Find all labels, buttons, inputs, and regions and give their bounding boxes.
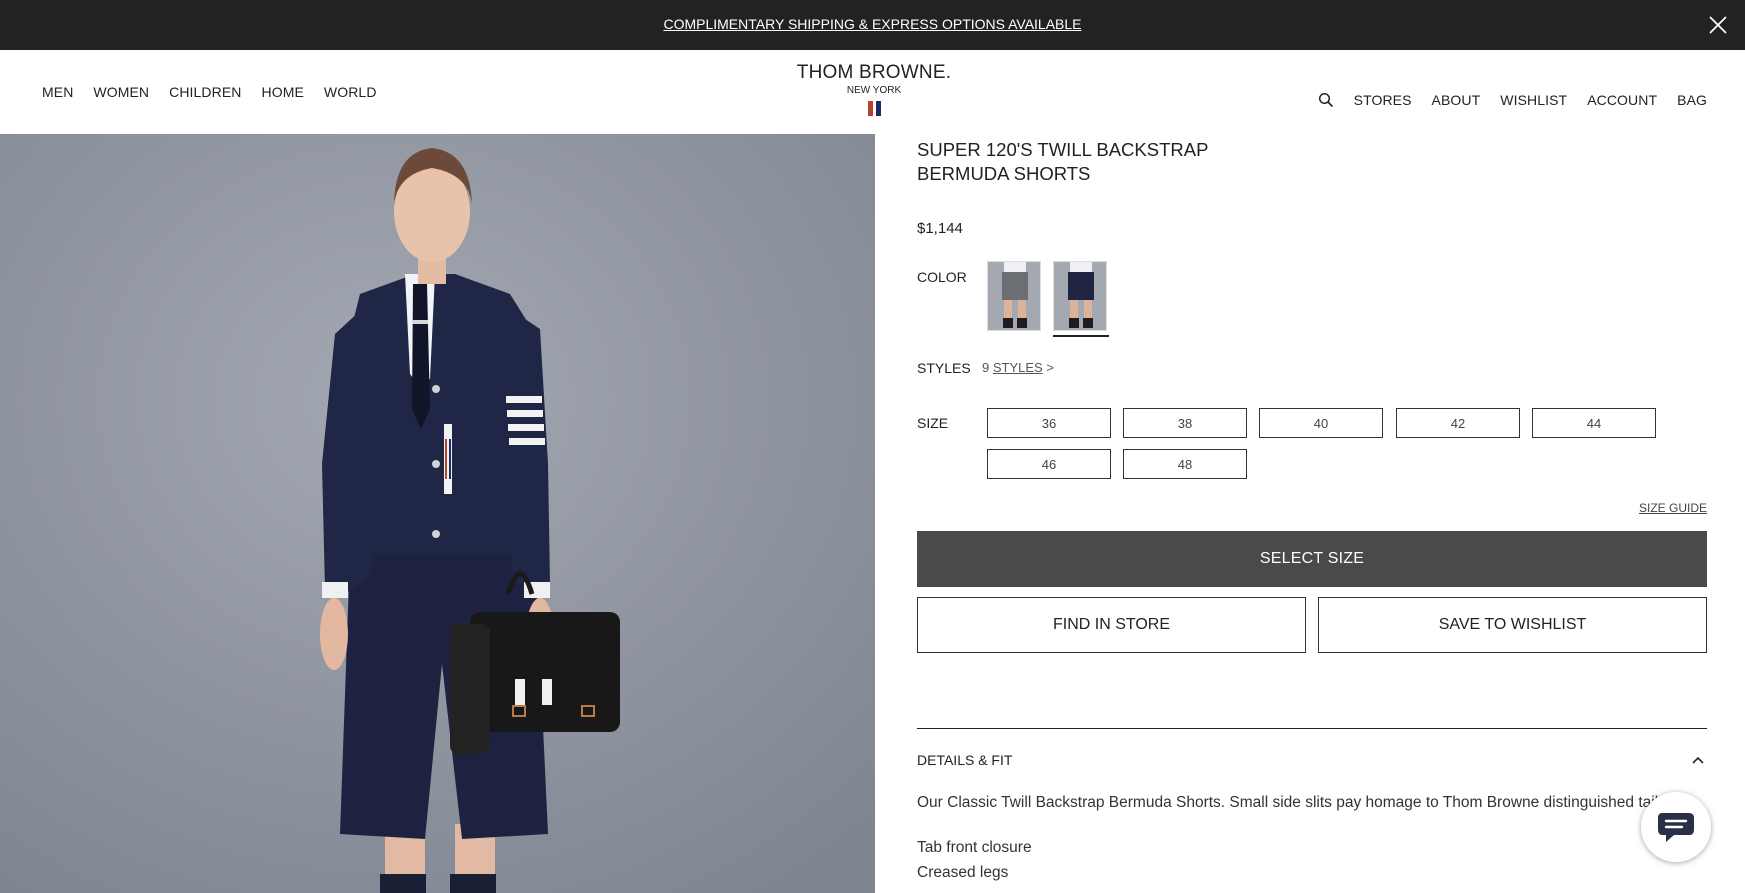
nav-stores[interactable]: STORES — [1354, 92, 1412, 108]
feature-item: Tab front closure — [917, 839, 1032, 856]
nav-about[interactable]: ABOUT — [1432, 92, 1481, 108]
size-option-40[interactable]: 40 — [1259, 408, 1383, 438]
select-size-button[interactable]: SELECT SIZE — [917, 531, 1707, 587]
nav-world[interactable]: WORLD — [324, 84, 377, 100]
brand-logo[interactable]: THOM BROWNE. NEW YORK — [794, 62, 954, 116]
size-option-42[interactable]: 42 — [1396, 408, 1520, 438]
model-photo — [0, 134, 875, 893]
size-option-38[interactable]: 38 — [1123, 408, 1247, 438]
promo-text[interactable]: COMPLIMENTARY SHIPPING & EXPRESS OPTIONS… — [0, 16, 1745, 32]
utility-nav: STORES ABOUT WISHLIST ACCOUNT BAG — [1318, 92, 1707, 108]
size-option-46[interactable]: 46 — [987, 449, 1111, 479]
promo-bar: COMPLIMENTARY SHIPPING & EXPRESS OPTIONS… — [0, 0, 1745, 50]
product-description: Our Classic Twill Backstrap Bermuda Shor… — [917, 794, 1697, 811]
size-guide-link[interactable]: SIZE GUIDE — [1639, 501, 1707, 515]
details-divider — [917, 728, 1707, 729]
product-image[interactable] — [0, 134, 875, 893]
nav-bag[interactable]: BAG — [1677, 92, 1707, 108]
color-swatch-navy[interactable] — [1053, 261, 1107, 331]
site-header: MEN WOMEN CHILDREN HOME WORLD THOM BROWN… — [0, 50, 1745, 134]
nav-children[interactable]: CHILDREN — [169, 84, 241, 100]
nav-home[interactable]: HOME — [262, 84, 304, 100]
nav-wishlist[interactable]: WISHLIST — [1500, 92, 1567, 108]
search-icon[interactable] — [1318, 92, 1334, 108]
size-option-48[interactable]: 48 — [1123, 449, 1247, 479]
styles-link[interactable]: 9 STYLES > — [982, 360, 1054, 375]
size-option-44[interactable]: 44 — [1532, 408, 1656, 438]
nav-account[interactable]: ACCOUNT — [1587, 92, 1657, 108]
details-fit-heading[interactable]: DETAILS & FIT — [917, 752, 1012, 768]
chat-button[interactable] — [1641, 792, 1711, 862]
swatch-image-grey — [988, 262, 1040, 330]
color-swatch-grey[interactable] — [987, 261, 1041, 331]
feature-item: Creased legs — [917, 864, 1009, 881]
brand-name: THOM BROWNE. — [796, 62, 952, 83]
styles-link-text[interactable]: STYLES — [993, 360, 1043, 375]
save-to-wishlist-button[interactable]: SAVE TO WISHLIST — [1318, 597, 1707, 653]
product-price: $1,144 — [917, 220, 963, 237]
main-nav: MEN WOMEN CHILDREN HOME WORLD — [42, 84, 377, 100]
styles-count: 9 — [982, 360, 990, 375]
chevron-up-icon[interactable] — [1691, 754, 1705, 766]
size-label: SIZE — [917, 415, 949, 431]
color-label: COLOR — [917, 269, 967, 285]
product-title: SUPER 120'S TWILL BACKSTRAP BERMUDA SHOR… — [917, 139, 1209, 184]
size-option-36[interactable]: 36 — [987, 408, 1111, 438]
brand-flag — [794, 101, 954, 116]
chat-icon — [1658, 813, 1694, 842]
swatch-image-navy — [1054, 262, 1106, 330]
styles-arrow: > — [1046, 360, 1054, 375]
nav-men[interactable]: MEN — [42, 84, 73, 100]
styles-label: STYLES — [917, 360, 971, 376]
brand-sub: NEW YORK — [846, 85, 902, 96]
close-icon[interactable] — [1707, 14, 1729, 36]
nav-women[interactable]: WOMEN — [93, 84, 149, 100]
selected-swatch-indicator — [1053, 335, 1109, 337]
find-in-store-button[interactable]: FIND IN STORE — [917, 597, 1306, 653]
